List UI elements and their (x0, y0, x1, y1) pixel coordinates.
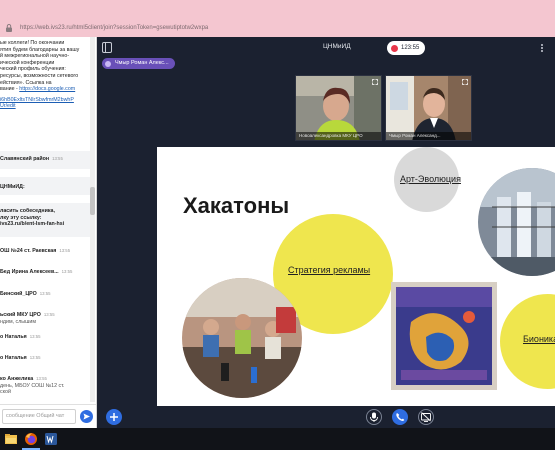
recording-time: 123:55 (401, 44, 420, 51)
chat-text: ые коллеги! По окончании (0, 40, 65, 46)
chat-message: ЦНМиИД: (0, 184, 90, 191)
chat-text: й межрегиональной научно- (0, 53, 70, 60)
chat-scrollbar[interactable] (90, 37, 95, 402)
slide-label-art: Арт-Эволюция (400, 174, 461, 184)
expand-icon[interactable] (462, 79, 468, 85)
talking-indicator: Чмыр Роман Алекс... (102, 58, 175, 69)
chat-text: ресурсы, возможности сетевого (0, 72, 79, 79)
chat-link[interactable]: https://docs.google.com (19, 86, 75, 92)
video-tile[interactable]: Чмыр Роман Александ... (385, 75, 472, 141)
chat-message: о Наталья 13:55 (0, 355, 90, 362)
file-explorer-icon[interactable] (4, 432, 18, 446)
conference-area: ЦНМиИД 123:55 Чмыр Роман Алекс... Новоал… (97, 37, 555, 428)
chat-time: 13:55 (29, 334, 41, 339)
chat-message: о Наталья 13:55 (0, 334, 90, 341)
address-bar[interactable]: https://web.ivs23.ru/html5client/join?se… (0, 20, 555, 35)
meeting-title: ЦНМиИД (323, 43, 351, 50)
chat-time: 13:55 (43, 312, 55, 317)
record-icon (391, 44, 398, 52)
slide-label-bionics: Бионика (523, 334, 555, 344)
chat-text: лку эту ссылку: (0, 214, 42, 221)
chat-text: день, МБОУ СОШ №12 ст. (0, 382, 65, 389)
chat-message: Бед Ирина Алексеев... 13:55 (0, 269, 90, 276)
chat-text: вание - (0, 86, 20, 93)
presentation-slide: Арт-Эволюция Хакатоны Стратегия рекламы … (157, 147, 555, 406)
chat-message: ОШ №24 ст. Раевская 13:55 (0, 248, 90, 255)
microphone-icon (370, 412, 378, 422)
chat-sender: ко Анжелика (0, 376, 34, 382)
slide-painting (391, 282, 497, 390)
chat-text: ласить собеседника, (0, 208, 55, 214)
send-icon (83, 413, 90, 420)
firefox-icon[interactable] (24, 432, 38, 446)
participant-name: Новоалександровка МКУ ЦРО (296, 132, 381, 140)
chat-message: ые коллеги! По окончании ятия будем благ… (0, 40, 90, 110)
chat-text: ческий профиль обучения: (0, 66, 66, 73)
chat-message: Славянский район 13:55 (0, 156, 90, 163)
chat-time: 13:55 (61, 269, 73, 274)
chat-time: 13:55 (39, 291, 51, 296)
chat-message: ьский МКУ ЦРО 13:55 ндим, слышим (0, 312, 90, 325)
chat-text: ействия». Ссылка на (0, 79, 52, 86)
screen-share-icon (421, 412, 431, 422)
chat-time: 13:55 (36, 376, 47, 381)
chat-sender: Бинский_ЦРО (0, 291, 37, 297)
slide-photo-classroom (182, 278, 302, 398)
conference-controls (97, 406, 555, 428)
chat-text: ivs23.ru/b/ent-lsm-fan-hsi (0, 221, 65, 228)
chat-sender: о Наталья (0, 355, 27, 361)
lock-icon (6, 23, 12, 32)
chat-time: 13:55 (29, 355, 41, 360)
mute-button[interactable] (366, 409, 382, 425)
chat-sender: ьский МКУ ЦРО (0, 312, 41, 318)
plus-icon (110, 413, 118, 421)
word-icon[interactable] (44, 432, 58, 446)
chat-link[interactable]: i6hB0ExltsTNIrSbwfmrM2bwhP (0, 97, 90, 104)
phone-icon (396, 413, 405, 421)
video-tile[interactable]: Новоалександровка МКУ ЦРО (295, 75, 382, 141)
participant-name: Чмыр Роман Александ... (386, 132, 471, 140)
chat-sender: Славянский район (0, 156, 50, 162)
chat-sender: ЦНМиИД: (0, 184, 25, 190)
slide-title: Хакатоны (183, 193, 290, 218)
chat-sender: Бед Ирина Алексеев... (0, 269, 59, 275)
slide-photo-installation (478, 168, 555, 276)
users-list-icon[interactable] (102, 42, 112, 53)
microphone-icon (105, 60, 111, 67)
chat-message: ласить собеседника, лку эту ссылку: ivs2… (0, 208, 90, 228)
chat-text: ской (0, 389, 11, 396)
chat-time: 13:55 (59, 248, 71, 253)
url-text: https://web.ivs23.ru/html5client/join?se… (20, 24, 209, 31)
send-button[interactable] (80, 410, 93, 423)
chat-panel: ые коллеги! По окончании ятия будем благ… (0, 37, 97, 428)
chat-message-input[interactable]: сообщение Общий чат (2, 409, 76, 424)
expand-icon[interactable] (372, 79, 378, 85)
screen-share-button[interactable] (418, 409, 434, 425)
speaker-name: Чмыр Роман Алекс... (115, 60, 169, 66)
chat-text: ндим, слышим (0, 318, 36, 325)
chat-time: 13:55 (52, 156, 63, 161)
taskbar (0, 428, 555, 450)
browser-toolbar: https://web.ivs23.ru/html5client/join?se… (0, 0, 555, 37)
chat-message: Бинский_ЦРО 13:55 (0, 291, 90, 298)
recording-indicator[interactable]: 123:55 (387, 41, 425, 55)
chat-scroll-thumb[interactable] (90, 187, 95, 215)
chat-link-line: вание - https://docs.google.com (0, 86, 90, 93)
chat-sender: о Наталья (0, 334, 27, 340)
options-icon[interactable] (537, 43, 547, 53)
chat-sender: ОШ №24 ст. Раевская (0, 248, 57, 254)
chat-composer: сообщение Общий чат (0, 404, 96, 428)
chat-link[interactable]: Ur/edit (0, 103, 90, 110)
conference-header: ЦНМиИД 123:55 (97, 37, 555, 59)
audio-button[interactable] (392, 409, 408, 425)
actions-button[interactable] (106, 409, 122, 425)
chat-message: ко Анжелика 13:55 день, МБОУ СОШ №12 ст. … (0, 376, 90, 396)
slide-label-strategy: Стратегия рекламы (288, 265, 371, 275)
